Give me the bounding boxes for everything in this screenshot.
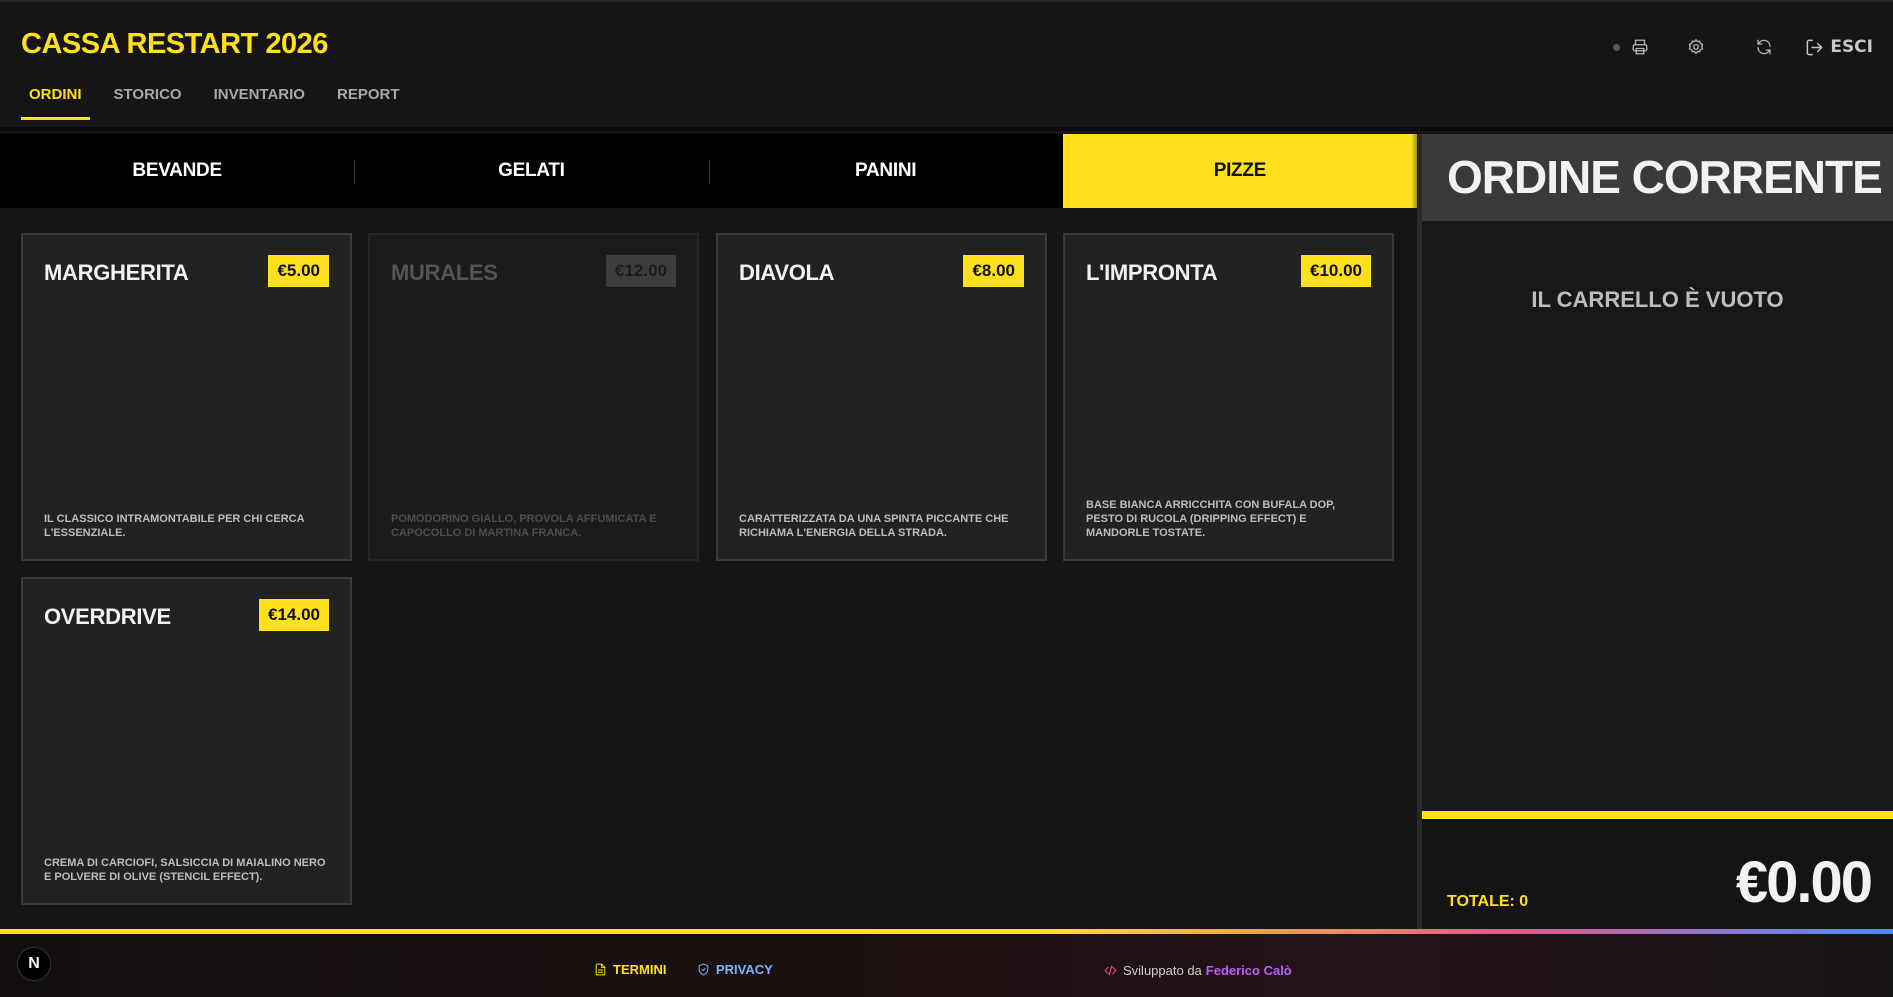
terms-label: TERMINI [613, 962, 667, 977]
privacy-link[interactable]: PRIVACY [697, 962, 773, 977]
printer-button[interactable] [1625, 32, 1655, 62]
category-bar: BEVANDE GELATI PANINI PIZZE [0, 134, 1426, 208]
gear-icon [1689, 39, 1704, 54]
order-total: TOTALE: 0 €0.00 [1422, 819, 1893, 929]
main-nav: ORDINI STORICO INVENTARIO REPORT [21, 86, 424, 120]
order-title: ORDINE CORRENTE [1447, 151, 1883, 203]
refresh-button[interactable] [1749, 32, 1779, 62]
shield-icon [698, 963, 709, 976]
product-card-limpronta[interactable]: L'IMPRONTA €10.00 BASE BIANCA ARRICCHITA… [1063, 233, 1394, 561]
product-description: POMODORINO GIALLO, PROVOLA AFFUMICATA E … [391, 513, 657, 539]
product-price-badge: €14.00 [259, 599, 329, 631]
product-price-badge: €10.00 [1301, 255, 1371, 287]
tab-ordini[interactable]: ORDINI [21, 86, 90, 120]
tab-report[interactable]: REPORT [329, 86, 408, 120]
product-name: L'IMPRONTA [1086, 260, 1218, 285]
product-card-overdrive[interactable]: OVERDRIVE €14.00 CREMA DI CARCIOFI, SALS… [21, 577, 352, 905]
product-name: OVERDRIVE [44, 604, 171, 629]
product-description: CARATTERIZZATA DA UNA SPINTA PICCANTE CH… [739, 513, 1009, 539]
tab-inventario[interactable]: INVENTARIO [206, 86, 313, 120]
credit-author-link[interactable]: Federico Calò [1206, 963, 1292, 978]
product-name: MURALES [391, 260, 498, 285]
logout-icon [1806, 39, 1823, 55]
settings-button[interactable] [1681, 32, 1711, 62]
product-description: BASE BIANCA ARRICCHITA CON BUFALA DOP, P… [1086, 499, 1336, 539]
document-icon [595, 963, 606, 976]
app-footer: N TERMINI PRIVACY Sviluppato da Federico… [0, 934, 1893, 997]
category-bevande[interactable]: BEVANDE [0, 134, 354, 208]
product-description: CREMA DI CARCIOFI, SALSICCIA DI MAIALINO… [44, 857, 326, 883]
privacy-label: PRIVACY [716, 962, 773, 977]
app-title: CASSA RESTART 2026 [21, 28, 328, 60]
total-items-label: TOTALE: 0 [1447, 893, 1529, 910]
credit-prefix: Sviluppato da [1123, 963, 1202, 978]
product-name: MARGHERITA [44, 260, 189, 285]
exit-label: ESCI [1830, 37, 1873, 57]
product-card-murales: MURALES €12.00 POMODORINO GIALLO, PROVOL… [368, 233, 699, 561]
code-icon [1104, 965, 1117, 976]
printer-icon [1632, 39, 1648, 55]
product-description: IL CLASSICO INTRAMONTABILE PER CHI CERCA… [44, 513, 305, 539]
product-card-diavola[interactable]: DIAVOLA €8.00 CARATTERIZZATA DA UNA SPIN… [716, 233, 1047, 561]
developer-credit: Sviluppato da Federico Calò [1104, 963, 1292, 978]
tab-storico[interactable]: STORICO [106, 86, 190, 120]
terms-link[interactable]: TERMINI [594, 962, 666, 977]
category-gelati[interactable]: GELATI [354, 134, 708, 208]
product-price-badge: €8.00 [963, 255, 1024, 287]
product-name: DIAVOLA [739, 260, 835, 285]
exit-button[interactable]: ESCI [1805, 37, 1873, 57]
category-panini[interactable]: PANINI [708, 134, 1063, 208]
product-price-badge: €5.00 [268, 255, 329, 287]
refresh-icon [1757, 39, 1772, 55]
app-header: CASSA RESTART 2026 ORDINI STORICO INVENT… [0, 0, 1893, 131]
order-header: ORDINE CORRENTE [1422, 134, 1893, 221]
total-amount: €0.00 [1735, 850, 1873, 915]
product-price-badge: €12.00 [606, 255, 676, 287]
nextjs-badge[interactable]: N [17, 947, 51, 981]
order-panel: ORDINE CORRENTE IL CARRELLO È VUOTO TOTA… [1422, 134, 1893, 929]
product-card-margherita[interactable]: MARGHERITA €5.00 IL CLASSICO INTRAMONTAB… [21, 233, 352, 561]
header-actions: ESCI [1613, 32, 1873, 62]
empty-cart-message: IL CARRELLO È VUOTO [1531, 287, 1784, 312]
category-pizze[interactable]: PIZZE [1062, 134, 1426, 208]
connection-status-dot [1613, 43, 1621, 51]
total-accent-bar [1422, 811, 1893, 819]
